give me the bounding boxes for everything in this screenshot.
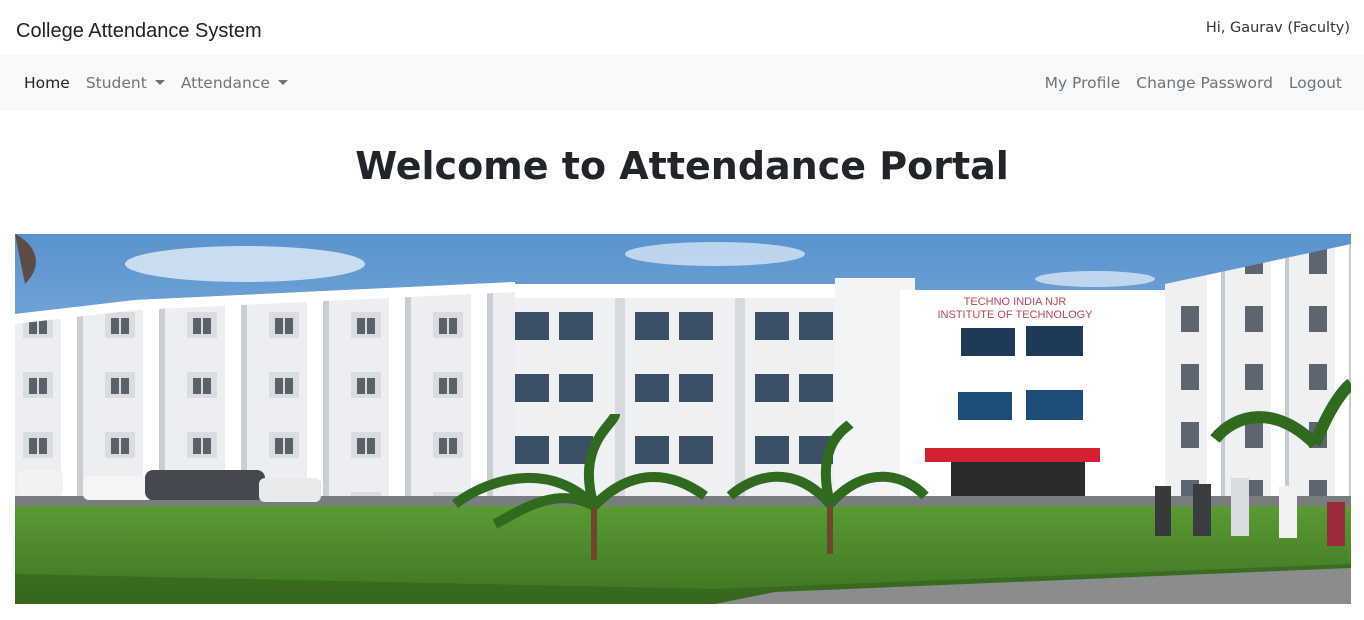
logout-link[interactable]: Logout [1289, 74, 1342, 92]
nav-attendance-dropdown[interactable]: Attendance [181, 74, 288, 92]
user-greeting: Hi, Gaurav (Faculty) [1205, 20, 1350, 36]
campus-banner-image: TECHNO INDIA NJR INSTITUTE OF TECHNOLOGY [15, 234, 1351, 604]
app-title: College Attendance System [16, 20, 262, 42]
main-navbar: Home Student Attendance My Profile Chang… [0, 55, 1364, 111]
svg-text:TECHNO INDIA NJR: TECHNO INDIA NJR [964, 296, 1067, 308]
change-password-link[interactable]: Change Password [1136, 74, 1273, 92]
caret-down-icon [277, 80, 288, 85]
nav-home-link[interactable]: Home [24, 74, 70, 92]
caret-down-icon [154, 80, 165, 85]
nav-student-label: Student [85, 74, 147, 92]
nav-student-dropdown[interactable]: Student [86, 74, 165, 92]
nav-attendance-label: Attendance [180, 74, 270, 92]
page-title: Welcome to Attendance Portal [355, 144, 1009, 188]
top-header: College Attendance System Hi, Gaurav (Fa… [0, 0, 1364, 55]
my-profile-link[interactable]: My Profile [1045, 74, 1121, 92]
svg-text:INSTITUTE OF TECHNOLOGY: INSTITUTE OF TECHNOLOGY [937, 309, 1093, 321]
nav-right-group: My Profile Change Password Logout [1029, 55, 1342, 111]
nav-left-group: Home Student Attendance [24, 55, 304, 111]
